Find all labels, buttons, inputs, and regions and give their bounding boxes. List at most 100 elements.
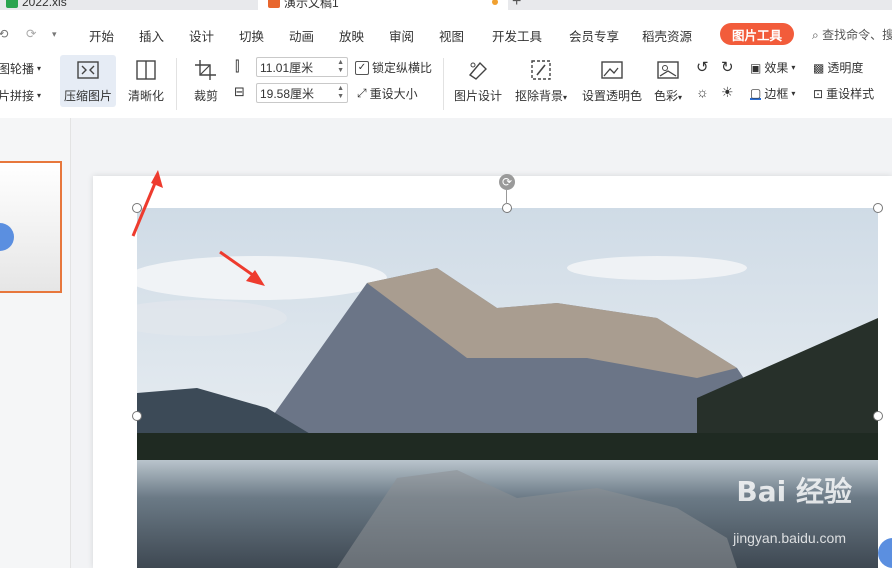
rotate-handle-icon[interactable]: ⟳: [499, 174, 515, 190]
spinner-icon[interactable]: ▲ ▼: [337, 85, 344, 101]
menu-slideshow[interactable]: 放映: [339, 26, 364, 45]
lock-ratio-checkbox[interactable]: ✓ 锁定纵横比: [355, 59, 432, 76]
chevron-down-icon: ▾: [791, 63, 796, 72]
border-icon: ▢: [750, 85, 762, 100]
chevron-down-icon: ▾: [791, 89, 796, 98]
compress-icon: [77, 61, 99, 79]
menu-review[interactable]: 审阅: [389, 26, 414, 45]
tab-spreadsheet-label: 2022.xls: [22, 0, 67, 9]
resize-handle-top[interactable]: [502, 203, 512, 213]
chevron-down-icon: ▾: [37, 64, 42, 73]
slide-thumbnail[interactable]: [0, 161, 62, 293]
brightness-up-icon[interactable]: ☼: [696, 84, 709, 100]
new-tab-button[interactable]: +: [512, 0, 521, 10]
reset-style-icon: ⊡: [813, 86, 824, 101]
presentation-icon: [268, 0, 280, 8]
height-value: 11.01厘米: [260, 60, 314, 75]
resize-handle-right[interactable]: [873, 411, 883, 421]
ribbon: 图轮播 ▾ 片拼接 ▾ 压缩图片 清晰化 裁剪 ⫿ 11.01厘米 ▲ ▼ ⊟ 19.…: [0, 52, 892, 119]
picture-design-button[interactable]: 图片设计: [450, 55, 506, 107]
compress-picture-button[interactable]: 压缩图片: [60, 55, 116, 107]
rotate-right-icon[interactable]: ↻: [721, 58, 734, 76]
crop-label: 裁剪: [193, 89, 218, 103]
brightness-down-icon[interactable]: ☀: [721, 84, 734, 101]
slideshow-label: 图轮播: [0, 62, 35, 76]
unsaved-dot-icon: [492, 0, 498, 5]
transparency-icon: ▩: [813, 60, 825, 75]
picture-design-icon: [468, 61, 487, 80]
color-icon: [657, 61, 679, 79]
stitch-label: 片拼接: [0, 89, 35, 103]
height-icon: ⫿: [235, 58, 240, 74]
sharpen-icon: [136, 60, 156, 80]
watermark-url: jingyan.baidu.com: [733, 530, 846, 546]
chevron-down-icon: ▾: [37, 91, 42, 100]
title-bar: 2022.xls 演示文稿1 +: [0, 0, 892, 10]
resize-handle-top-right[interactable]: [873, 203, 883, 213]
menu-insert[interactable]: 插入: [139, 26, 164, 45]
set-transparent-color-button[interactable]: 设置透明色: [580, 55, 644, 107]
quick-access-chevron-icon[interactable]: ▾: [52, 29, 57, 40]
spreadsheet-icon: [6, 0, 18, 8]
redo-icon[interactable]: ⟲: [0, 26, 8, 41]
sharpen-label: 清晰化: [127, 89, 164, 103]
slideshow-button[interactable]: 图轮播 ▾: [0, 60, 41, 77]
reset-size-button[interactable]: ⤢ 重设大小: [357, 85, 418, 102]
remove-background-icon: [531, 60, 551, 80]
border-label: 边框: [764, 87, 789, 101]
compress-label: 压缩图片: [63, 89, 112, 103]
effects-button[interactable]: ▣ 效果 ▾: [750, 59, 795, 76]
transparent-color-icon: [601, 61, 623, 79]
menu-docer[interactable]: 稻壳资源: [642, 26, 692, 45]
set-transparent-label: 设置透明色: [581, 89, 642, 103]
border-button[interactable]: ▢ 边框 ▾: [750, 85, 795, 102]
menu-view[interactable]: 视图: [439, 26, 464, 45]
height-field[interactable]: 11.01厘米 ▲ ▼: [256, 57, 348, 77]
slide-thumbnail-pane: [0, 118, 71, 568]
tab-picture-tools[interactable]: 图片工具: [720, 23, 794, 45]
menu-home[interactable]: 开始: [89, 26, 114, 45]
menu-design[interactable]: 设计: [189, 26, 214, 45]
tab-presentation-label: 演示文稿1: [284, 0, 339, 10]
reset-style-button[interactable]: ⊡ 重设样式: [813, 85, 874, 102]
reset-style-label: 重设样式: [826, 87, 875, 101]
transparency-button[interactable]: ▩ 透明度: [813, 59, 863, 76]
annotation-arrows: [131, 170, 265, 286]
tab-presentation[interactable]: 演示文稿1: [258, 0, 508, 10]
menu-member[interactable]: 会员专享: [569, 26, 619, 45]
menu-developer[interactable]: 开发工具: [492, 26, 542, 45]
tab-spreadsheet[interactable]: 2022.xls: [6, 0, 67, 10]
remove-background-button[interactable]: 抠除背景▾: [510, 55, 572, 107]
thumbnail-shape: [0, 223, 14, 251]
lock-ratio-label: 锁定纵横比: [372, 61, 433, 75]
effects-label: 效果: [764, 61, 789, 75]
stitch-button[interactable]: 片拼接 ▾: [0, 87, 41, 104]
reset-size-icon: ⤢: [357, 86, 367, 100]
search-label: 查找命令、搜: [822, 28, 892, 42]
effects-icon: ▣: [750, 60, 762, 75]
width-icon: ⊟: [234, 84, 245, 99]
undo-icon[interactable]: ⟳: [26, 26, 36, 41]
checkbox-checked-icon: ✓: [355, 60, 369, 75]
spinner-icon[interactable]: ▲ ▼: [337, 59, 344, 75]
watermark-logo: Bai 经验: [736, 475, 852, 508]
resize-handle-left[interactable]: [132, 411, 142, 421]
search-icon: ⌕: [812, 28, 819, 42]
command-search[interactable]: ⌕ 查找命令、搜: [812, 26, 892, 43]
divider: [443, 58, 444, 110]
menu-bar: ⟲ ⟳ ▾ 开始 插入 设计 切换 动画 放映 审阅 视图 开发工具 会员专享 …: [0, 10, 892, 53]
width-field[interactable]: 19.58厘米 ▲ ▼: [256, 83, 348, 103]
rotate-handle-stem: [506, 190, 507, 204]
menu-animation[interactable]: 动画: [289, 26, 314, 45]
sharpen-button[interactable]: 清晰化: [122, 55, 170, 107]
color-label: 色彩▾: [653, 89, 683, 103]
menu-transition[interactable]: 切换: [239, 26, 264, 45]
remove-background-label: 抠除背景▾: [514, 89, 568, 103]
reset-size-label: 重设大小: [369, 87, 418, 101]
crop-button[interactable]: 裁剪: [186, 55, 226, 107]
divider: [176, 58, 177, 110]
crop-icon: [195, 60, 216, 80]
rotate-left-icon[interactable]: ↺: [696, 58, 709, 76]
width-value: 19.58厘米: [260, 86, 315, 101]
color-button[interactable]: 色彩▾: [650, 55, 686, 107]
